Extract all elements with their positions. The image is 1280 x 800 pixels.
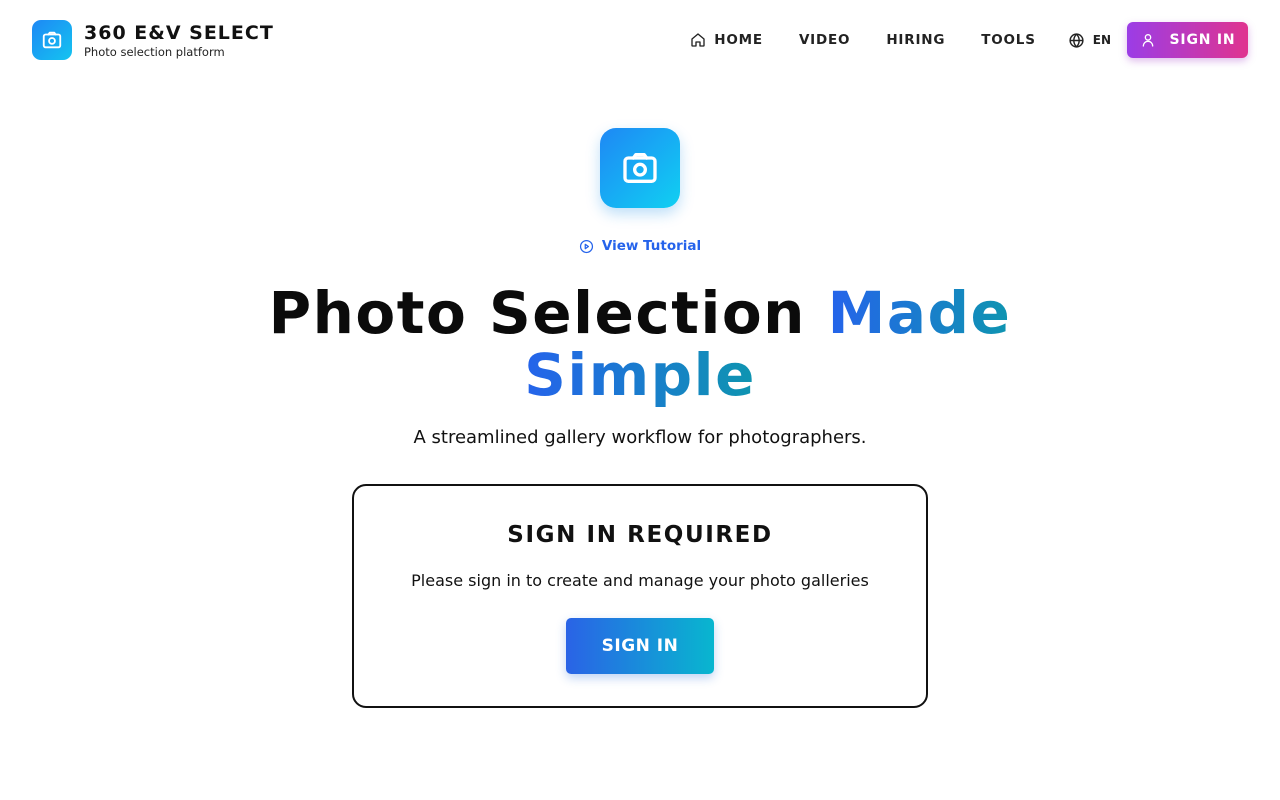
nav-tools-label: TOOLS <box>981 32 1036 48</box>
brand-title: 360 E&V SELECT <box>84 22 274 44</box>
card-sign-in-button[interactable]: SIGN IN <box>566 618 714 674</box>
brand[interactable]: 360 E&V SELECT Photo selection platform <box>32 20 274 60</box>
brand-subtitle: Photo selection platform <box>84 45 225 59</box>
nav-tools[interactable]: TOOLS <box>981 32 1036 48</box>
headline-line-1: Photo Selection Made <box>0 282 1280 344</box>
nav-hiring-label: HIRING <box>886 32 946 48</box>
user-icon <box>1142 34 1153 47</box>
hero-camera-badge <box>600 128 680 208</box>
brand-logo <box>32 20 72 60</box>
top-header: 360 E&V SELECT Photo selection platform … <box>0 0 1280 80</box>
view-tutorial-label: View Tutorial <box>601 238 702 254</box>
headline-accent-made: Made <box>827 279 1012 347</box>
nav-home[interactable]: HOME <box>690 32 763 48</box>
language-selector[interactable]: EN <box>1068 32 1111 49</box>
sign-in-required-card: SIGN IN REQUIRED Please sign in to creat… <box>352 484 928 708</box>
nav-video[interactable]: VIDEO <box>799 32 850 48</box>
globe-icon <box>1069 32 1084 48</box>
camera-icon <box>42 31 62 49</box>
card-title: SIGN IN REQUIRED <box>507 522 773 548</box>
header-sign-in-label: SIGN IN <box>1169 32 1236 48</box>
hero-headline: Photo Selection Made Simple <box>0 282 1280 406</box>
hero-subtitle: A streamlined gallery workflow for photo… <box>413 427 867 448</box>
card-message: Please sign in to create and manage your… <box>411 571 869 590</box>
play-circle-icon <box>579 239 593 253</box>
camera-icon <box>623 153 657 183</box>
language-label: EN <box>1092 33 1111 47</box>
view-tutorial-link[interactable]: View Tutorial <box>0 238 1280 254</box>
brand-text: 360 E&V SELECT Photo selection platform <box>84 21 274 59</box>
headline-line-2: Simple <box>0 344 1280 406</box>
main-nav: HOME VIDEO HIRING TOOLS EN SIGN IN <box>690 22 1248 58</box>
headline-accent-simple: Simple <box>524 341 756 409</box>
headline-plain: Photo Selection <box>268 279 806 347</box>
nav-video-label: VIDEO <box>798 32 851 48</box>
nav-home-label: HOME <box>714 32 763 48</box>
nav-hiring[interactable]: HIRING <box>886 32 945 48</box>
home-icon <box>691 33 705 47</box>
header-sign-in-button[interactable]: SIGN IN <box>1127 22 1248 58</box>
